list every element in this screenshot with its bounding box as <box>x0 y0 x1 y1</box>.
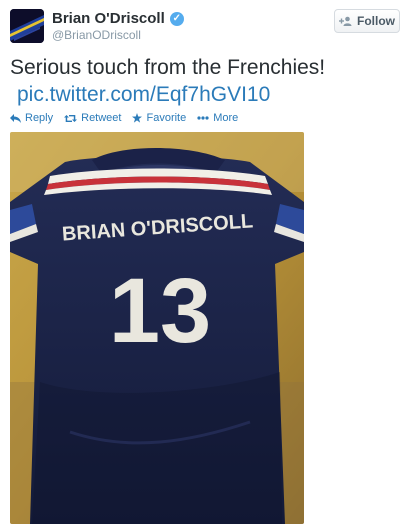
reply-button[interactable]: Reply <box>10 112 53 124</box>
follow-button[interactable]: Follow <box>334 9 400 33</box>
author-line: Brian O'Driscoll ✓ <box>52 10 184 27</box>
tweet-photo[interactable]: BRIAN O'DRISCOLL 13 <box>10 132 304 524</box>
tweet-card: Brian O'Driscoll ✓ @BrianODriscoll Follo… <box>0 0 409 528</box>
verified-badge-icon: ✓ <box>169 11 184 26</box>
more-label: More <box>213 112 239 124</box>
author-handle[interactable]: @BrianODriscoll <box>52 28 141 42</box>
retweet-label: Retweet <box>81 112 122 124</box>
jersey-photo: BRIAN O'DRISCOLL 13 <box>10 132 304 524</box>
follow-label: Follow <box>357 14 395 28</box>
tweet-text: Serious touch from the Frenchies! pic.tw… <box>10 54 400 108</box>
tweet-media-link[interactable]: pic.twitter.com/Eqf7hGVI10 <box>17 81 270 108</box>
favorite-label: Favorite <box>146 112 187 124</box>
jersey-number: 13 <box>109 260 211 362</box>
reply-icon <box>10 113 21 123</box>
avatar-image <box>10 9 44 43</box>
author-name[interactable]: Brian O'Driscoll <box>52 10 165 27</box>
retweet-button[interactable]: Retweet <box>64 112 121 124</box>
avatar[interactable] <box>10 9 44 43</box>
favorite-button[interactable]: Favorite <box>132 112 186 124</box>
more-dots-icon <box>197 116 209 120</box>
tweet-body: Serious touch from the Frenchies! <box>10 56 326 79</box>
tweet-actions: Reply Retweet Favorite More <box>10 112 249 124</box>
follow-person-icon <box>339 16 352 26</box>
more-button[interactable]: More <box>197 112 238 124</box>
favorite-star-icon <box>132 113 143 123</box>
reply-label: Reply <box>25 112 54 124</box>
retweet-icon <box>64 114 78 122</box>
